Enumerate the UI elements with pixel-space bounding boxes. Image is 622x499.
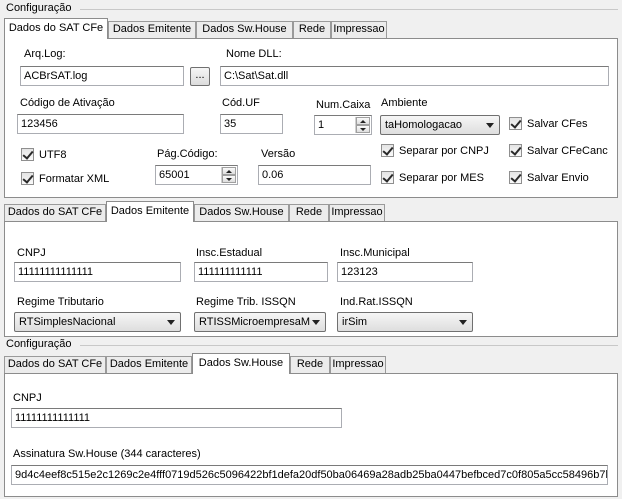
tab-rede[interactable]: Rede <box>293 21 331 38</box>
assinatura-field[interactable]: 9d4c4eef8c515e2c1269c2e4fff0719d526c5096… <box>11 465 608 485</box>
regime-issqn-value: RTISSMicroempresaM <box>199 316 311 328</box>
browse-log-button[interactable]: ... <box>190 67 210 86</box>
ambiente-value: taHomologacao <box>385 119 463 131</box>
pag-codigo-field[interactable]: 65001 <box>155 165 238 185</box>
tabstrip-3: Dados do SAT CFe Dados Emitente Dados Sw… <box>4 353 618 374</box>
insc-estadual-field[interactable]: 111111111111 <box>194 262 328 282</box>
salvar-cfes-label: Salvar CFes <box>527 118 588 130</box>
check-icon <box>509 171 522 184</box>
chevron-down-icon <box>486 123 494 128</box>
insc-municipal-label: Insc.Municipal <box>340 247 410 259</box>
tab-impressao[interactable]: Impressao <box>331 21 387 38</box>
nome-dll-label: Nome DLL: <box>226 48 282 60</box>
num-caixa-label: Num.Caixa <box>316 99 371 111</box>
arqlog-label: Arq.Log: <box>24 48 66 60</box>
group-title-configuracao: Configuração <box>6 338 72 350</box>
tabstrip-1: Dados do SAT CFe Dados Emitente Dados Sw… <box>4 18 618 39</box>
num-caixa-value: 1 <box>318 119 325 131</box>
tab-dados-sw-house[interactable]: Dados Sw.House <box>196 21 293 38</box>
ambiente-label: Ambiente <box>381 97 428 109</box>
check-icon <box>21 148 34 161</box>
pag-codigo-spinner[interactable] <box>221 167 236 183</box>
pag-codigo-value: 65001 <box>159 169 190 181</box>
num-caixa-spinner[interactable] <box>355 117 370 133</box>
separar-mes-label: Separar por MES <box>399 172 484 184</box>
ind-rat-issqn-label: Ind.Rat.ISSQN <box>340 296 413 308</box>
salvar-envio-label: Salvar Envio <box>527 172 589 184</box>
separar-cnpj-label: Separar por CNPJ <box>399 145 489 157</box>
tab-dados-sw-house[interactable]: Dados Sw.House <box>194 204 289 221</box>
assinatura-label: Assinatura Sw.House (344 caracteres) <box>13 448 201 460</box>
cnpj-field[interactable]: 11111111111111 <box>14 262 181 282</box>
num-caixa-field[interactable]: 1 <box>314 115 372 135</box>
ind-rat-issqn-select[interactable]: irSim <box>337 312 473 332</box>
group-title-configuracao: Configuração <box>6 2 72 14</box>
tab-dados-sat-cfe[interactable]: Dados do SAT CFe <box>4 356 106 373</box>
regime-issqn-label: Regime Trib. ISSQN <box>196 296 296 308</box>
regime-tributario-select[interactable]: RTSimplesNacional <box>14 312 181 332</box>
versao-label: Versão <box>261 148 296 160</box>
group-divider <box>80 345 618 346</box>
tab-impressao[interactable]: Impressao <box>329 204 385 221</box>
salvar-cfecanc-label: Salvar CFeCanc <box>527 145 608 157</box>
ambiente-select[interactable]: taHomologacao <box>380 115 500 135</box>
ind-rat-issqn-value: irSim <box>342 316 368 328</box>
cod-uf-field[interactable]: 35 <box>220 114 283 134</box>
tab-dados-sat-cfe[interactable]: Dados do SAT CFe <box>4 204 106 221</box>
chevron-down-icon <box>459 320 467 325</box>
codigo-ativacao-field[interactable]: 123456 <box>17 114 184 134</box>
insc-estadual-label: Insc.Estadual <box>196 247 263 259</box>
tab-dados-sw-house[interactable]: Dados Sw.House <box>192 353 290 374</box>
tab-impressao[interactable]: Impressao <box>330 356 386 373</box>
chevron-down-icon <box>167 320 175 325</box>
chevron-down-icon <box>312 320 320 325</box>
swhouse-cnpj-field[interactable]: 11111111111111 <box>11 408 342 428</box>
group-divider <box>80 9 618 10</box>
check-icon <box>381 144 394 157</box>
codigo-ativacao-label: Código de Ativação <box>20 97 115 109</box>
regime-issqn-select[interactable]: RTISSMicroempresaM <box>194 312 326 332</box>
tab-dados-sat-cfe[interactable]: Dados do SAT CFe <box>4 18 108 39</box>
tab-rede[interactable]: Rede <box>290 356 330 373</box>
insc-municipal-field[interactable]: 123123 <box>337 262 473 282</box>
regime-tributario-label: Regime Tributario <box>17 296 104 308</box>
versao-field[interactable]: 0.06 <box>258 165 371 185</box>
cnpj-label: CNPJ <box>17 247 46 259</box>
check-icon <box>509 144 522 157</box>
cod-uf-label: Cód.UF <box>222 97 260 109</box>
utf8-label: UTF8 <box>39 149 67 161</box>
tab-dados-emitente[interactable]: Dados Emitente <box>106 201 194 222</box>
check-icon <box>509 117 522 130</box>
nome-dll-field[interactable]: C:\Sat\Sat.dll <box>220 66 609 86</box>
regime-tributario-value: RTSimplesNacional <box>19 316 116 328</box>
tabstrip-2: Dados do SAT CFe Dados Emitente Dados Sw… <box>4 201 618 222</box>
formatar-xml-label: Formatar XML <box>39 173 110 185</box>
check-icon <box>381 171 394 184</box>
swhouse-cnpj-label: CNPJ <box>13 392 42 404</box>
arqlog-field[interactable]: ACBrSAT.log <box>20 66 184 86</box>
tab-rede[interactable]: Rede <box>289 204 329 221</box>
tab-dados-emitente[interactable]: Dados Emitente <box>106 356 192 373</box>
pag-codigo-label: Pág.Código: <box>157 148 218 160</box>
tab-dados-emitente[interactable]: Dados Emitente <box>108 21 196 38</box>
check-icon <box>21 172 34 185</box>
